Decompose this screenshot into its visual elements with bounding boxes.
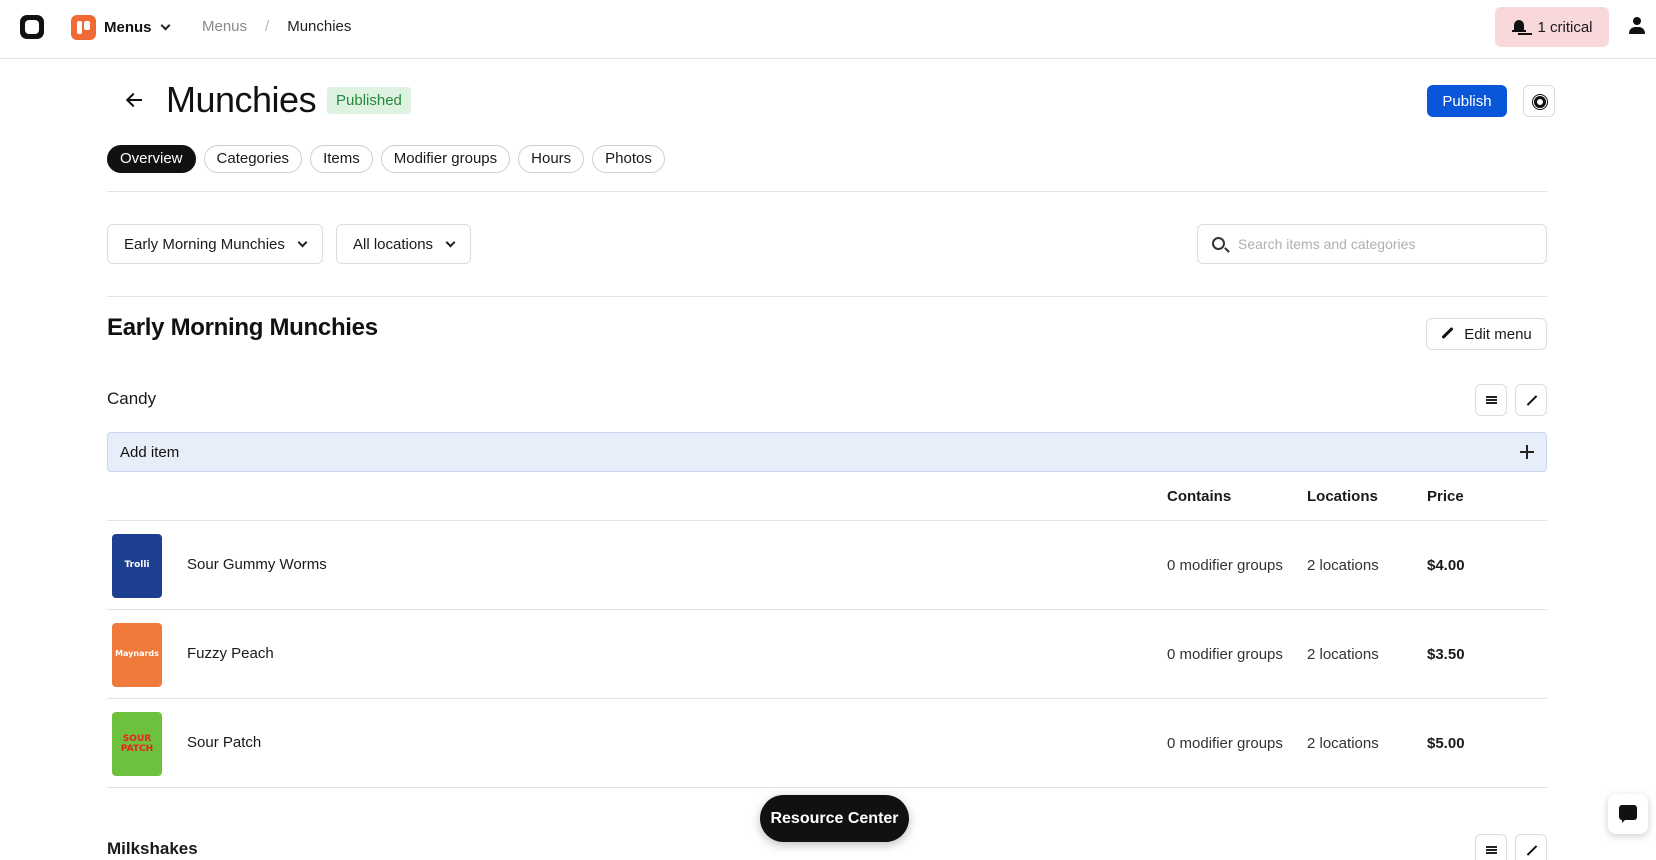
resource-center-button[interactable]: Resource Center	[760, 795, 909, 842]
gear-icon	[1534, 96, 1546, 108]
location-select-value: All locations	[353, 235, 434, 253]
item-locations: 2 locations	[1307, 735, 1379, 752]
column-header-contains: Contains	[1167, 488, 1232, 505]
top-bar: Menus Menus / Munchies 1 critical	[0, 0, 1656, 59]
critical-alerts-button[interactable]: 1 critical	[1495, 7, 1609, 47]
item-name: Sour Patch	[187, 734, 262, 751]
table-row[interactable]: Maynards Fuzzy Peach 0 modifier groups 2…	[107, 609, 1547, 698]
tabs-divider	[107, 191, 1547, 192]
plus-icon	[1520, 445, 1534, 459]
item-price: $4.00	[1427, 557, 1465, 574]
table-row[interactable]: Trolli Sour Gummy Worms 0 modifier group…	[107, 520, 1547, 609]
menu-title: Early Morning Munchies	[107, 314, 378, 341]
column-header-price: Price	[1427, 488, 1464, 505]
tab-items[interactable]: Items	[310, 145, 373, 173]
table-row[interactable]: SOUR PATCH Sour Patch 0 modifier groups …	[107, 698, 1547, 787]
item-locations: 2 locations	[1307, 557, 1379, 574]
chat-bubble-icon	[1619, 805, 1637, 823]
item-contains: 0 modifier groups	[1167, 646, 1283, 663]
menu-select-dropdown[interactable]: Early Morning Munchies	[107, 224, 323, 264]
edit-menu-label: Edit menu	[1464, 325, 1532, 343]
category-title: Milkshakes	[107, 839, 198, 858]
item-name: Sour Gummy Worms	[187, 556, 327, 573]
tab-hours[interactable]: Hours	[518, 145, 585, 173]
tab-modifier-groups[interactable]: Modifier groups	[380, 145, 511, 173]
user-account-icon[interactable]	[1628, 17, 1646, 37]
menu-select-value: Early Morning Munchies	[124, 235, 285, 253]
chat-button[interactable]	[1608, 794, 1648, 834]
item-thumbnail: SOUR PATCH	[112, 712, 162, 776]
status-badge: Published	[327, 87, 411, 114]
column-header-locations: Locations	[1307, 488, 1378, 505]
menus-app-icon	[71, 14, 96, 40]
item-price: $5.00	[1427, 735, 1465, 752]
search-icon	[1212, 237, 1225, 250]
app-name: Menus	[104, 18, 152, 36]
add-item-label: Add item	[120, 444, 180, 461]
edit-menu-button[interactable]: Edit menu	[1426, 318, 1547, 350]
breadcrumb-separator: /	[265, 18, 270, 35]
tab-photos[interactable]: Photos	[592, 145, 665, 173]
chevron-down-icon	[160, 20, 170, 30]
publish-button[interactable]: Publish	[1427, 85, 1507, 117]
item-thumbnail: Trolli	[112, 534, 162, 598]
location-select-dropdown[interactable]: All locations	[336, 224, 472, 264]
item-thumbnail: Maynards	[112, 623, 162, 687]
breadcrumb-current: Munchies	[287, 18, 352, 35]
add-item-button[interactable]: Add item	[107, 432, 1547, 472]
reorder-category-button[interactable]	[1475, 834, 1507, 860]
pencil-icon	[1525, 844, 1539, 858]
pencil-icon	[1441, 327, 1455, 341]
search-box	[1197, 224, 1547, 264]
reorder-category-button[interactable]	[1475, 384, 1507, 416]
tab-categories[interactable]: Categories	[203, 145, 303, 173]
home-logo-icon[interactable]	[20, 15, 44, 39]
rows-end-divider	[107, 787, 1547, 788]
item-price: $3.50	[1427, 646, 1465, 663]
tab-overview[interactable]: Overview	[107, 145, 196, 173]
search-input[interactable]	[1238, 225, 1538, 263]
reorder-lines-icon	[1486, 846, 1497, 854]
item-locations: 2 locations	[1307, 646, 1379, 663]
reorder-lines-icon	[1486, 396, 1497, 404]
settings-button[interactable]	[1523, 85, 1555, 117]
tab-bar: Overview Categories Items Modifier group…	[107, 145, 665, 173]
filters-divider	[107, 296, 1547, 297]
breadcrumb: Menus / Munchies	[202, 18, 351, 35]
app-switcher[interactable]: Menus	[71, 14, 170, 40]
page-title: Munchies	[166, 79, 317, 120]
bell-icon	[1511, 19, 1527, 35]
pencil-icon	[1525, 394, 1539, 408]
back-arrow-icon[interactable]	[124, 90, 144, 110]
edit-category-button[interactable]	[1515, 834, 1547, 860]
edit-category-button[interactable]	[1515, 384, 1547, 416]
breadcrumb-menus-link[interactable]: Menus	[202, 18, 247, 35]
chevron-down-icon	[297, 237, 308, 247]
chevron-down-icon	[445, 237, 456, 247]
item-contains: 0 modifier groups	[1167, 557, 1283, 574]
item-contains: 0 modifier groups	[1167, 735, 1283, 752]
category-title: Candy	[107, 389, 157, 408]
critical-alerts-label: 1 critical	[1537, 18, 1593, 36]
item-name: Fuzzy Peach	[187, 645, 274, 662]
